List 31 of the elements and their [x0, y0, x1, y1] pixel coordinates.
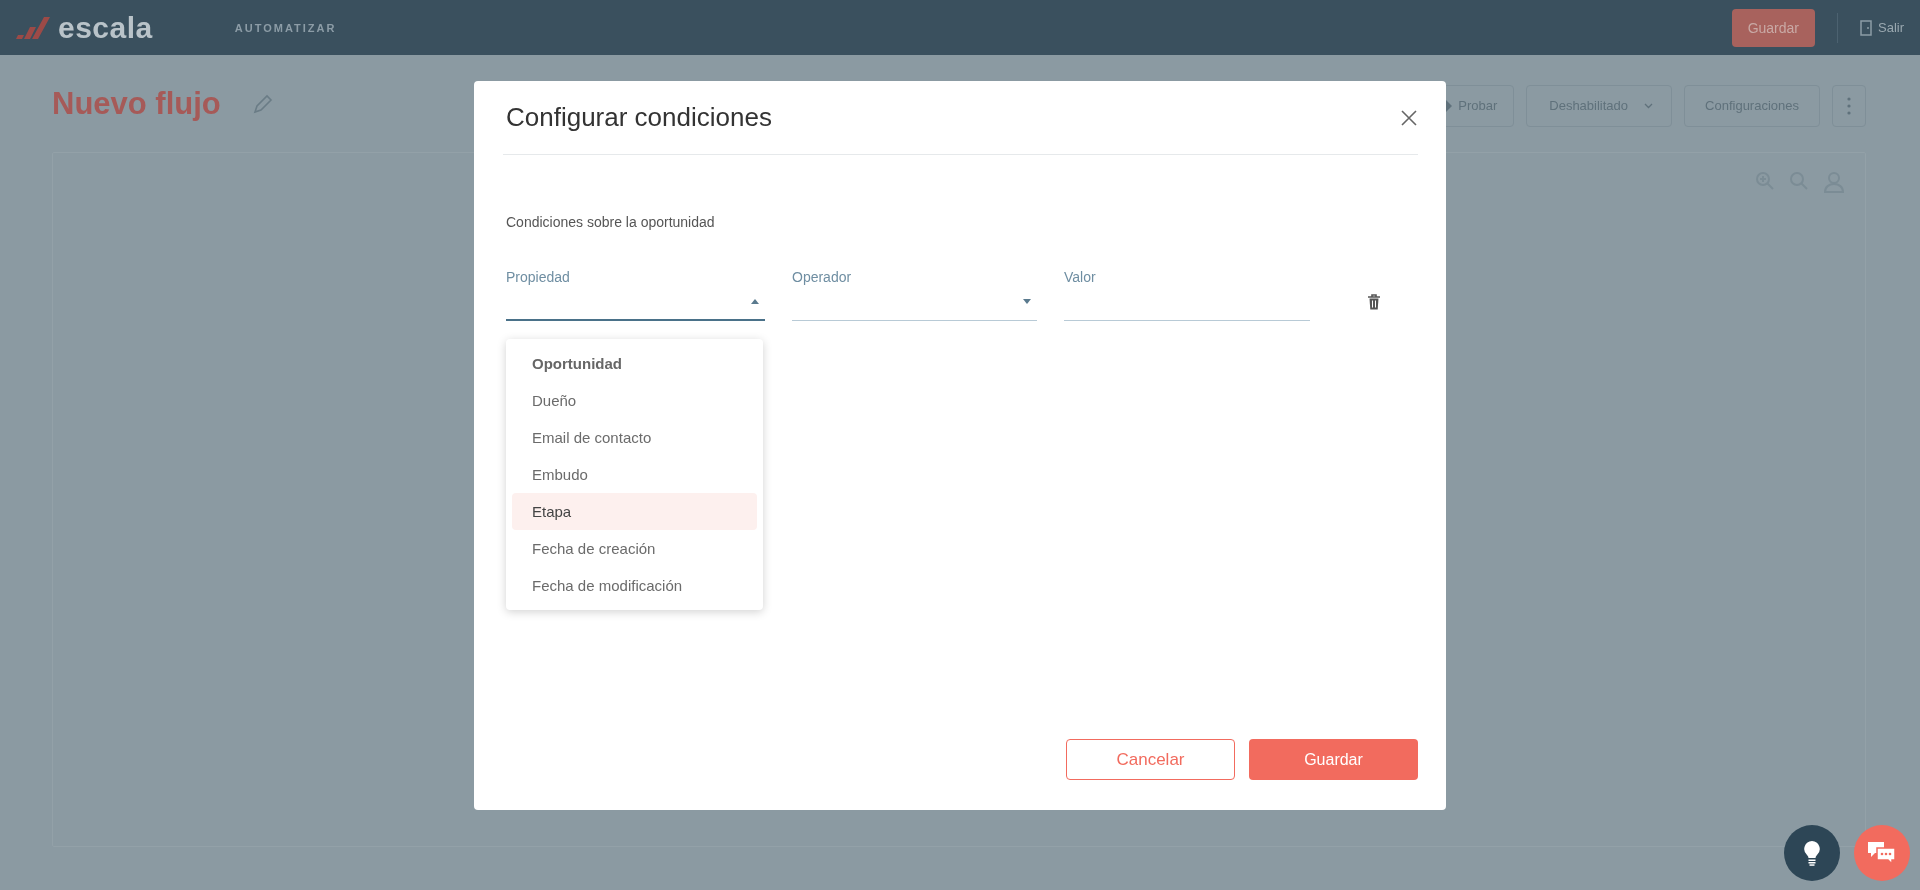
menu-item[interactable]: Fecha de creación: [512, 530, 757, 567]
caret-up-icon: [751, 299, 759, 304]
close-button[interactable]: [1400, 108, 1418, 127]
save-button[interactable]: Guardar: [1249, 739, 1418, 780]
menu-item[interactable]: Embudo: [512, 456, 757, 493]
menu-group-header: Oportunidad: [531, 354, 623, 374]
trash-icon[interactable]: [1367, 294, 1381, 310]
chat-button[interactable]: [1854, 825, 1910, 881]
logo-text: escala: [58, 10, 153, 45]
exit-link[interactable]: Salir: [1860, 19, 1904, 36]
menu-item[interactable]: Email de contacto: [512, 419, 757, 456]
section-label: Condiciones sobre la oportunidad: [506, 214, 716, 230]
lightbulb-icon: [1803, 840, 1821, 866]
dialog-title: Configurar condiciones: [506, 102, 772, 133]
nav-item[interactable]: AUTOMATIZAR: [234, 21, 337, 34]
menu-item[interactable]: Fecha de modificación: [512, 567, 757, 604]
caret-down-icon: [1023, 299, 1031, 304]
flow-title: Nuevo flujo: [52, 85, 221, 122]
save-button[interactable]: Guardar: [1731, 8, 1815, 47]
menu-item[interactable]: Etapa: [512, 493, 757, 530]
more-button[interactable]: [1832, 84, 1866, 127]
kebab-icon: [1847, 96, 1851, 115]
menu-item[interactable]: Dueño: [512, 382, 757, 419]
close-icon: [1400, 108, 1418, 127]
chat-bubbles-icon: [1867, 841, 1897, 865]
select-field[interactable]: Operador: [792, 269, 1037, 321]
door-icon: [1860, 19, 1872, 36]
cancel-button[interactable]: Cancelar: [1066, 739, 1235, 780]
tips-button[interactable]: [1784, 825, 1840, 881]
input-field[interactable]: Valor: [1064, 269, 1310, 321]
caret-icon: [1644, 102, 1654, 109]
